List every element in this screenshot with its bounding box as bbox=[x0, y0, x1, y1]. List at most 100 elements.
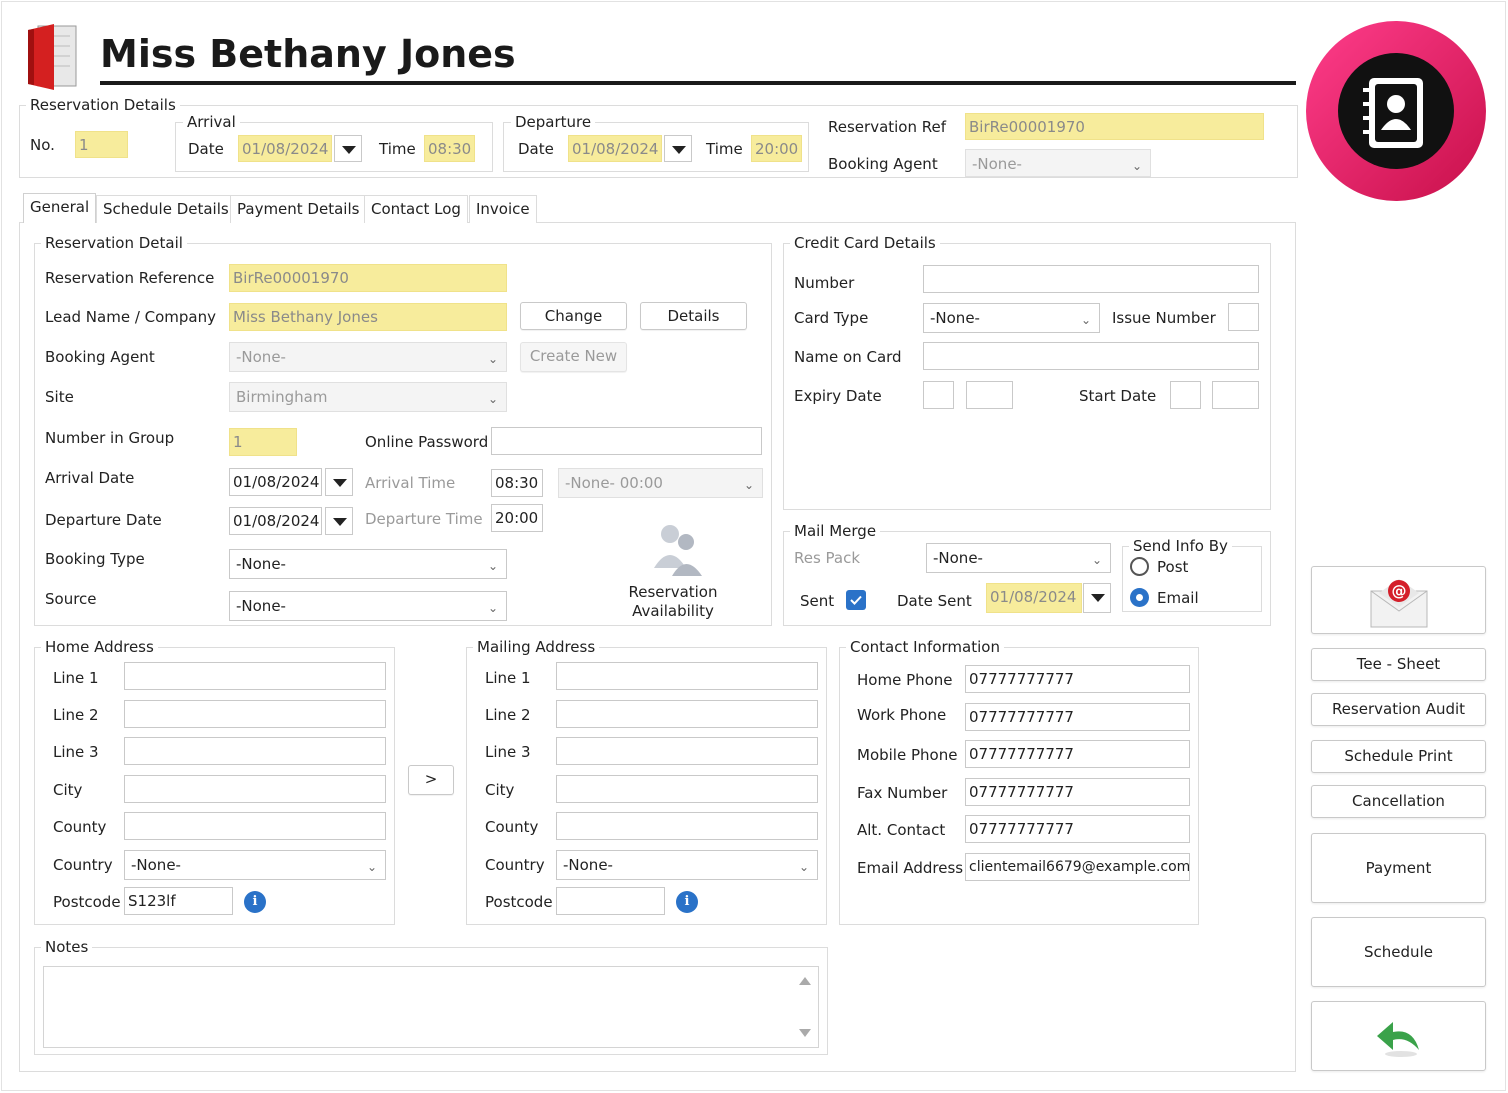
svg-text:@: @ bbox=[1391, 582, 1406, 600]
arrival-date-dropdown[interactable] bbox=[334, 135, 362, 162]
mail-postcode-info-icon[interactable]: i bbox=[676, 891, 698, 913]
reservation-audit-button[interactable]: Reservation Audit bbox=[1311, 693, 1486, 726]
radio-dot bbox=[1136, 594, 1143, 601]
start-month-field[interactable] bbox=[1170, 381, 1201, 409]
tab-invoice[interactable]: Invoice bbox=[469, 195, 537, 223]
arrival-date-dropdown-2[interactable] bbox=[325, 468, 353, 496]
expiry-month-field[interactable] bbox=[923, 381, 954, 409]
change-button[interactable]: Change bbox=[520, 302, 627, 330]
scroll-up-icon[interactable] bbox=[799, 977, 811, 985]
home-postcode-info-icon[interactable]: i bbox=[244, 891, 266, 913]
source-select[interactable]: -None- ⌄ bbox=[229, 591, 507, 621]
home-line3-label: Line 3 bbox=[53, 743, 99, 761]
mail-line2-field[interactable] bbox=[556, 700, 818, 728]
mail-county-field[interactable] bbox=[556, 812, 818, 840]
copy-address-button[interactable]: > bbox=[408, 765, 454, 795]
booking-agent-label: Booking Agent bbox=[828, 155, 938, 173]
undo-arrow-icon bbox=[1376, 1022, 1419, 1057]
fax-number-field[interactable]: 07777777777 bbox=[965, 778, 1190, 806]
home-phone-field[interactable]: 07777777777 bbox=[965, 665, 1190, 693]
card-number-field[interactable] bbox=[923, 265, 1259, 293]
payment-button[interactable]: Payment bbox=[1311, 833, 1486, 903]
online-password-field[interactable] bbox=[491, 427, 762, 455]
home-line3-field[interactable] bbox=[124, 737, 386, 765]
departure-date-dropdown-2[interactable] bbox=[325, 507, 353, 535]
res-pack-select[interactable]: -None- ⌄ bbox=[926, 543, 1111, 573]
arrival-time-label-2: Arrival Time bbox=[365, 474, 456, 492]
home-country-select[interactable]: -None- ⌄ bbox=[124, 850, 386, 880]
departure-time-field-2[interactable]: 20:00 bbox=[491, 504, 543, 532]
home-city-field[interactable] bbox=[124, 775, 386, 803]
date-sent-field[interactable]: 01/08/2024 bbox=[986, 583, 1082, 613]
alt-contact-field[interactable]: 07777777777 bbox=[965, 815, 1190, 843]
schedule-button[interactable]: Schedule bbox=[1311, 917, 1486, 987]
create-new-button[interactable]: Create New bbox=[520, 342, 627, 372]
mail-postcode-field[interactable] bbox=[556, 887, 665, 915]
card-type-select[interactable]: -None- ⌄ bbox=[923, 303, 1100, 333]
departure-date-field[interactable]: 01/08/2024 bbox=[568, 135, 662, 162]
departure-date-field-2[interactable]: 01/08/2024 bbox=[229, 507, 322, 535]
home-line2-field[interactable] bbox=[124, 700, 386, 728]
departure-time-field[interactable]: 20:00 bbox=[751, 135, 802, 162]
home-county-field[interactable] bbox=[124, 812, 386, 840]
tab-contact-log[interactable]: Contact Log bbox=[364, 195, 468, 223]
back-button[interactable] bbox=[1311, 1001, 1486, 1071]
schedule-print-button[interactable]: Schedule Print bbox=[1311, 740, 1486, 773]
notes-legend: Notes bbox=[41, 938, 93, 956]
work-phone-field[interactable]: 07777777777 bbox=[965, 703, 1190, 731]
cancellation-button[interactable]: Cancellation bbox=[1311, 785, 1486, 818]
source-label: Source bbox=[45, 590, 97, 608]
number-in-group-field[interactable]: 1 bbox=[229, 428, 297, 456]
mail-country-select[interactable]: -None- ⌄ bbox=[556, 850, 818, 880]
chevron-down-icon: ⌄ bbox=[487, 352, 498, 366]
departure-date-dropdown[interactable] bbox=[664, 135, 692, 162]
send-info-legend: Send Info By bbox=[1129, 537, 1232, 555]
post-label: Post bbox=[1157, 558, 1189, 576]
notes-scrollbar[interactable] bbox=[794, 967, 818, 1047]
email-button[interactable]: @ bbox=[1311, 566, 1486, 634]
home-postcode-field[interactable]: S123lf bbox=[124, 887, 233, 915]
reservation-availability-icon[interactable] bbox=[646, 520, 708, 580]
tee-sheet-button[interactable]: Tee - Sheet bbox=[1311, 648, 1486, 681]
name-on-card-field[interactable] bbox=[923, 342, 1259, 370]
mail-line1-field[interactable] bbox=[556, 662, 818, 690]
reservation-availability-label[interactable]: Reservation bbox=[620, 582, 726, 602]
tab-schedule-details[interactable]: Schedule Details bbox=[96, 195, 236, 223]
home-line1-field[interactable] bbox=[124, 662, 386, 690]
mobile-phone-field[interactable]: 07777777777 bbox=[965, 740, 1190, 768]
tab-payment-details[interactable]: Payment Details bbox=[230, 195, 367, 223]
sent-checkbox[interactable] bbox=[846, 590, 866, 610]
email-label: Email bbox=[1157, 589, 1199, 607]
mail-line3-field[interactable] bbox=[556, 737, 818, 765]
chevron-down-icon: ⌄ bbox=[1080, 313, 1091, 327]
arrival-time-field-2[interactable]: 08:30 bbox=[491, 469, 543, 497]
chevron-down-icon: ⌄ bbox=[487, 392, 498, 406]
res-booking-agent-label: Booking Agent bbox=[45, 348, 155, 366]
scroll-down-icon[interactable] bbox=[799, 1029, 811, 1037]
post-radio[interactable] bbox=[1130, 557, 1149, 576]
site-label: Site bbox=[45, 388, 74, 406]
booking-type-select[interactable]: -None- ⌄ bbox=[229, 549, 507, 579]
booking-type-label: Booking Type bbox=[45, 550, 145, 568]
arrival-date-field[interactable]: 01/08/2024 bbox=[238, 135, 332, 162]
mail-city-field[interactable] bbox=[556, 775, 818, 803]
details-button[interactable]: Details bbox=[640, 302, 747, 330]
lead-name-field[interactable]: Miss Bethany Jones bbox=[229, 303, 507, 331]
reservation-availability-label-2[interactable]: Availability bbox=[620, 601, 726, 621]
departure-time-label: Time bbox=[706, 140, 743, 158]
notes-textarea[interactable] bbox=[43, 966, 819, 1048]
arrival-date-label-2: Arrival Date bbox=[45, 469, 135, 487]
issue-number-field[interactable] bbox=[1228, 303, 1259, 331]
date-sent-dropdown[interactable] bbox=[1083, 583, 1111, 613]
email-radio[interactable] bbox=[1130, 588, 1149, 607]
email-address-field[interactable]: clientemail6679@example.com bbox=[965, 853, 1190, 881]
no-field[interactable]: 1 bbox=[75, 131, 128, 158]
reservation-ref-field[interactable]: BirRe00001970 bbox=[965, 113, 1264, 140]
expiry-year-field[interactable] bbox=[966, 381, 1013, 409]
reservation-reference-field[interactable]: BirRe00001970 bbox=[229, 264, 507, 292]
arrival-time-field[interactable]: 08:30 bbox=[424, 135, 475, 162]
tab-general[interactable]: General bbox=[23, 193, 97, 223]
start-year-field[interactable] bbox=[1212, 381, 1259, 409]
site-select: Birmingham ⌄ bbox=[229, 382, 507, 412]
arrival-date-field-2[interactable]: 01/08/2024 bbox=[229, 468, 322, 496]
